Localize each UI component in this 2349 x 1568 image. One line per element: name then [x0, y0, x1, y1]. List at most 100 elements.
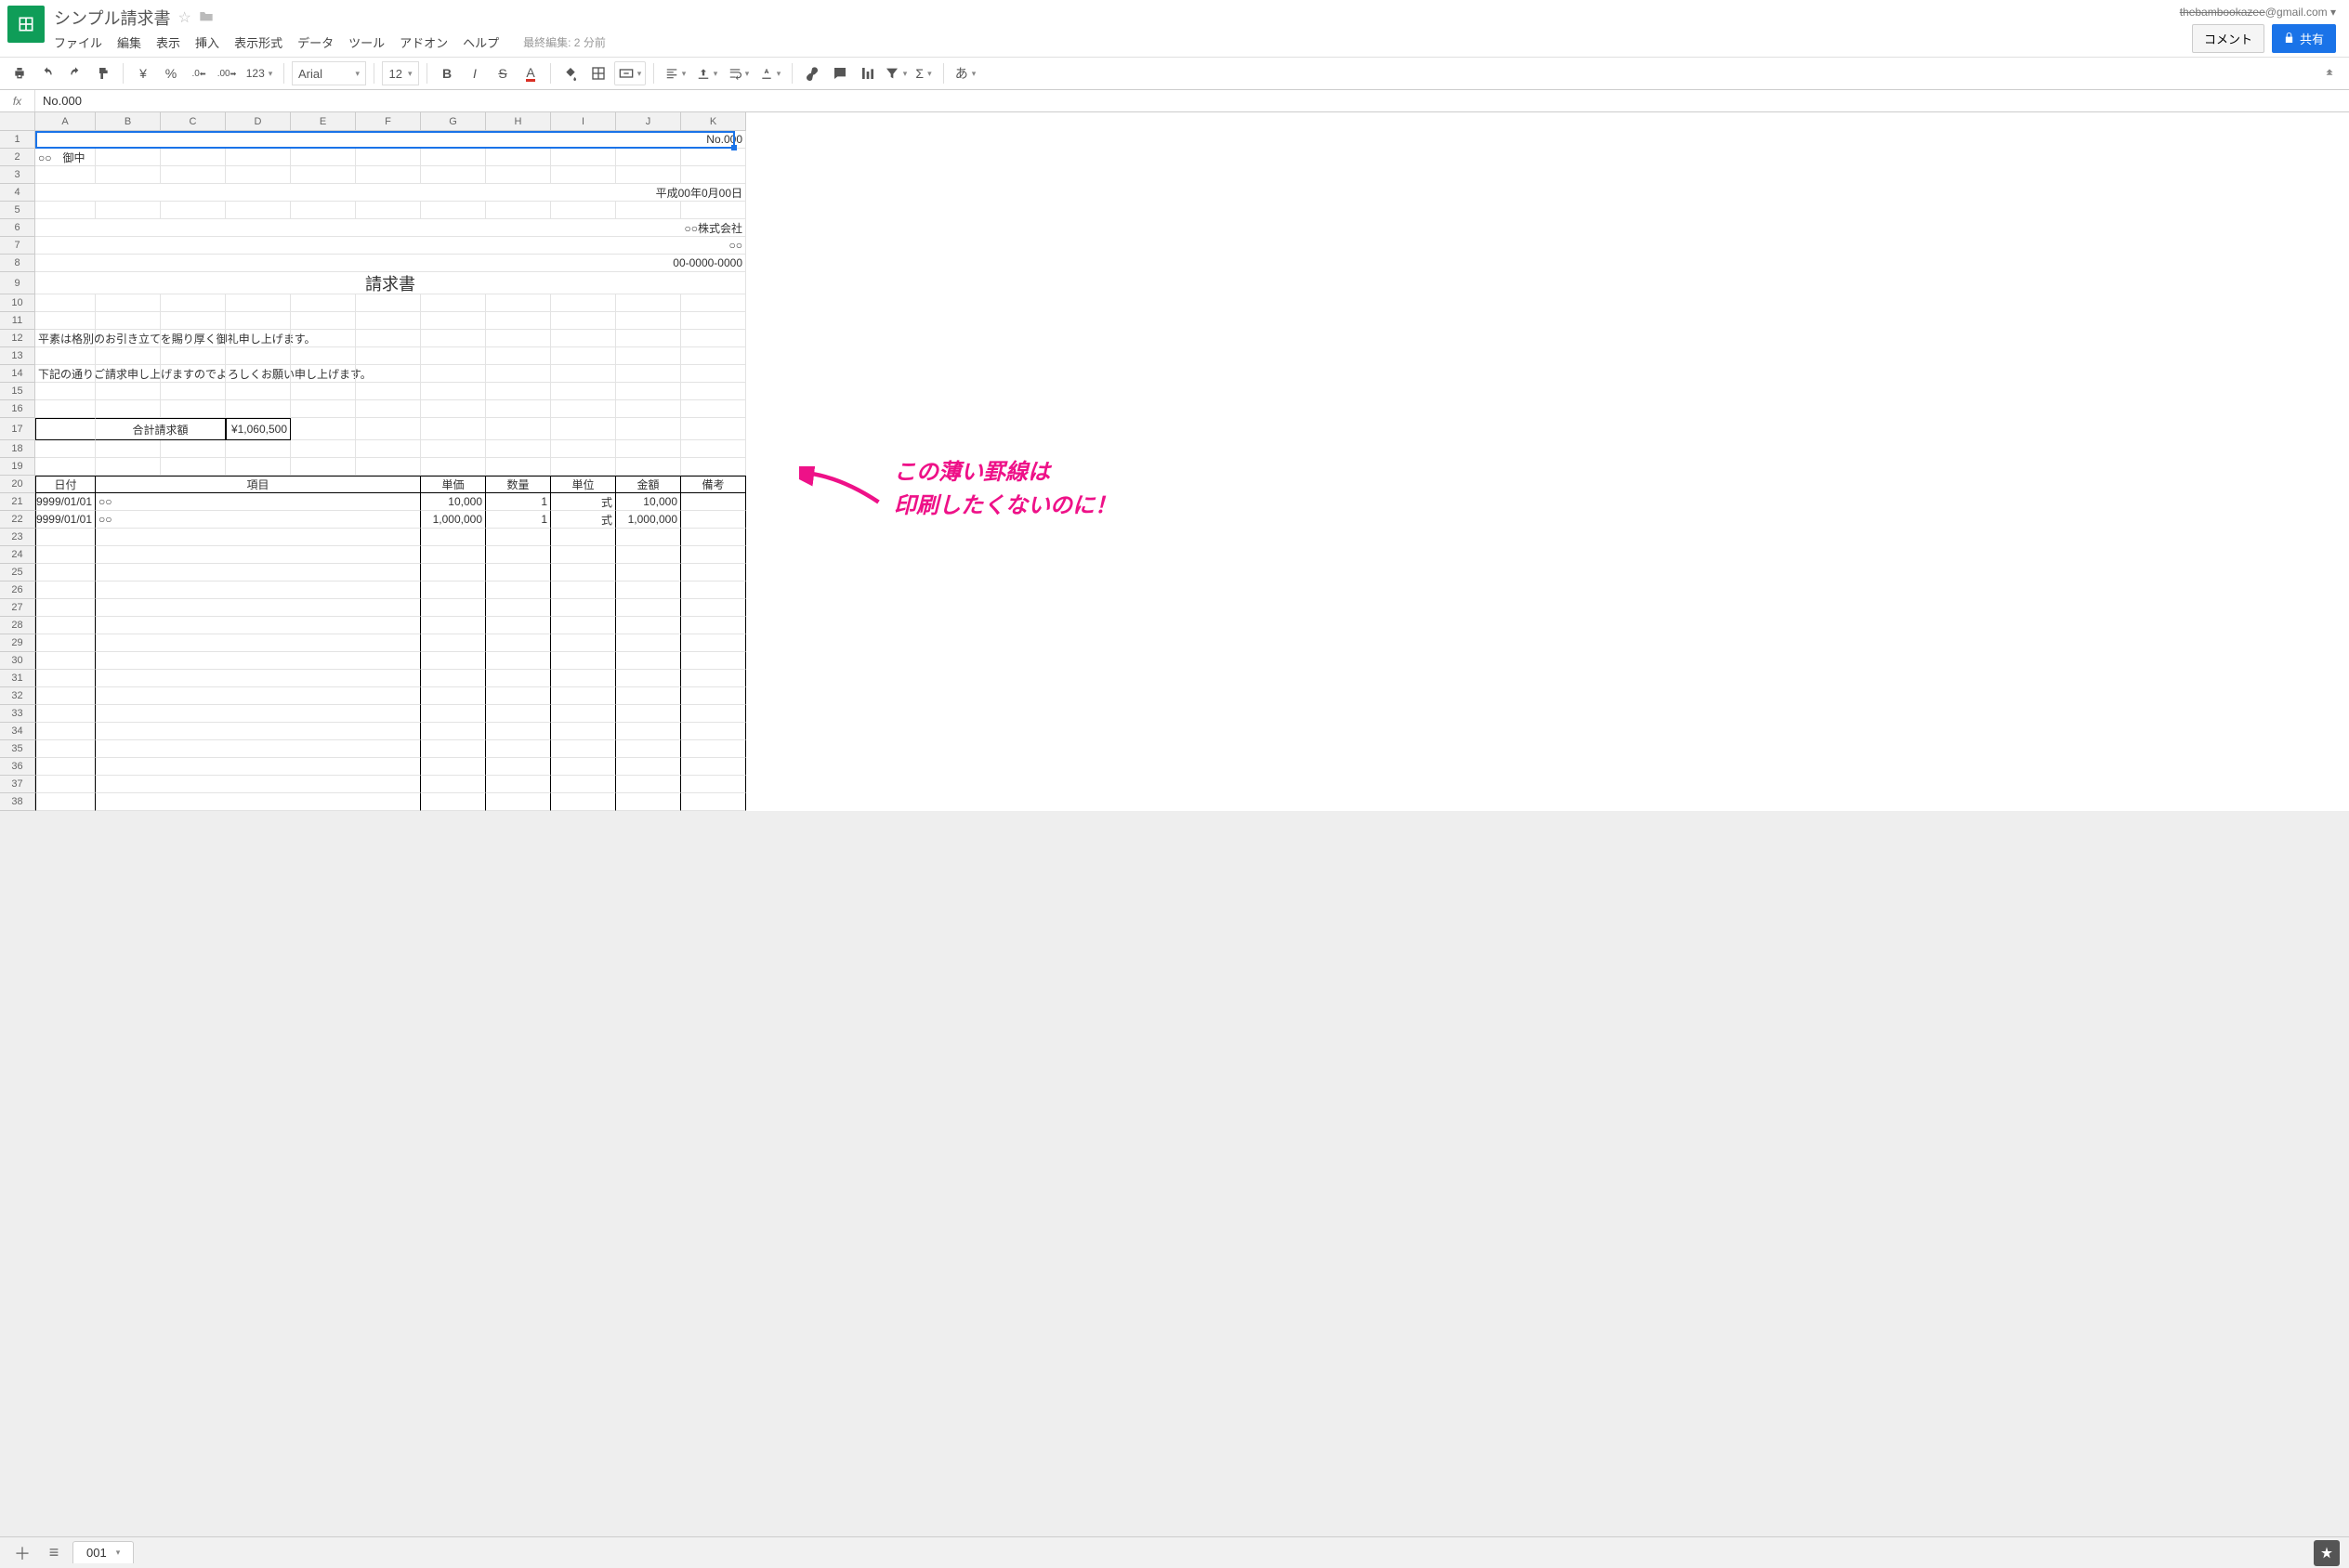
cell[interactable]: [681, 383, 746, 400]
text-color-button[interactable]: A: [518, 61, 543, 85]
cell[interactable]: [421, 670, 486, 687]
cell[interactable]: [96, 705, 421, 723]
cell[interactable]: [616, 634, 681, 652]
cell[interactable]: [681, 294, 746, 312]
cell[interactable]: [616, 581, 681, 599]
cell[interactable]: [291, 365, 356, 383]
cell[interactable]: [551, 440, 616, 458]
cell[interactable]: [551, 294, 616, 312]
cell[interactable]: No.000: [35, 131, 746, 149]
cell[interactable]: [551, 546, 616, 564]
cell[interactable]: [35, 529, 96, 546]
star-icon[interactable]: ☆: [177, 8, 190, 27]
cell[interactable]: [616, 458, 681, 476]
sheet-area[interactable]: ABCDEFGHIJK1No.0002○○ 御中34平成00年0月00日56○○…: [0, 112, 2349, 1541]
cell[interactable]: [551, 617, 616, 634]
cell[interactable]: [226, 458, 291, 476]
column-header[interactable]: G: [421, 112, 486, 131]
cell[interactable]: [681, 493, 746, 511]
cell[interactable]: [96, 793, 421, 811]
row-header[interactable]: 1: [0, 131, 35, 149]
cell[interactable]: [35, 383, 96, 400]
row-header[interactable]: 18: [0, 440, 35, 458]
column-header[interactable]: F: [356, 112, 421, 131]
row-header[interactable]: 14: [0, 365, 35, 383]
cell[interactable]: [486, 581, 551, 599]
cell[interactable]: ○○ 御中: [35, 149, 96, 166]
cell[interactable]: [161, 202, 226, 219]
cell[interactable]: [96, 564, 421, 581]
cell[interactable]: [486, 440, 551, 458]
cell[interactable]: [226, 149, 291, 166]
row-header[interactable]: 30: [0, 652, 35, 670]
cell[interactable]: 請求書: [35, 272, 746, 294]
cell[interactable]: [226, 440, 291, 458]
column-header[interactable]: J: [616, 112, 681, 131]
cell[interactable]: [96, 599, 421, 617]
cell[interactable]: [681, 581, 746, 599]
insert-chart-icon[interactable]: [856, 61, 880, 85]
column-header[interactable]: D: [226, 112, 291, 131]
cell[interactable]: [35, 458, 96, 476]
cell[interactable]: [96, 294, 161, 312]
cell[interactable]: [291, 458, 356, 476]
cell[interactable]: [616, 705, 681, 723]
cell[interactable]: [486, 687, 551, 705]
cell[interactable]: [226, 347, 291, 365]
cell[interactable]: [161, 365, 226, 383]
cell[interactable]: [486, 758, 551, 776]
cell[interactable]: [421, 312, 486, 330]
cell[interactable]: [356, 202, 421, 219]
row-header[interactable]: 15: [0, 383, 35, 400]
cell[interactable]: [421, 347, 486, 365]
cell[interactable]: [681, 723, 746, 740]
cell[interactable]: [96, 546, 421, 564]
row-header[interactable]: 9: [0, 272, 35, 294]
cell[interactable]: [681, 330, 746, 347]
menu-insert[interactable]: 挿入: [195, 33, 219, 51]
functions-icon[interactable]: Σ▾: [912, 61, 936, 85]
cell[interactable]: [681, 546, 746, 564]
cell[interactable]: [226, 312, 291, 330]
sheet-tab[interactable]: 001 ▾: [72, 1541, 134, 1563]
font-select[interactable]: Arial▾: [292, 61, 366, 85]
cell[interactable]: [551, 312, 616, 330]
cell[interactable]: [616, 564, 681, 581]
cell[interactable]: [551, 705, 616, 723]
cell[interactable]: 10,000: [616, 493, 681, 511]
row-header[interactable]: 23: [0, 529, 35, 546]
cell[interactable]: [551, 418, 616, 440]
cell[interactable]: [161, 294, 226, 312]
cell[interactable]: ○○: [96, 493, 421, 511]
more-formats-button[interactable]: 123▾: [243, 61, 276, 85]
cell[interactable]: [681, 202, 746, 219]
cell[interactable]: [551, 365, 616, 383]
cell[interactable]: [681, 458, 746, 476]
cell[interactable]: [486, 202, 551, 219]
cell[interactable]: [421, 529, 486, 546]
cell[interactable]: [96, 652, 421, 670]
row-header[interactable]: 24: [0, 546, 35, 564]
cell[interactable]: [551, 687, 616, 705]
cell[interactable]: [616, 418, 681, 440]
vertical-align-button[interactable]: ▾: [693, 61, 721, 85]
cell[interactable]: 平素は格別のお引き立てを賜り厚く御礼申し上げます。: [35, 330, 96, 347]
cell[interactable]: [616, 294, 681, 312]
column-header[interactable]: B: [96, 112, 161, 131]
cell[interactable]: [681, 687, 746, 705]
text-wrap-button[interactable]: ▾: [725, 61, 753, 85]
cell[interactable]: [35, 687, 96, 705]
column-header[interactable]: K: [681, 112, 746, 131]
cell[interactable]: [96, 365, 161, 383]
cell[interactable]: [35, 312, 96, 330]
cell[interactable]: [35, 166, 96, 184]
cell[interactable]: [486, 670, 551, 687]
cell[interactable]: [551, 652, 616, 670]
cell[interactable]: [96, 670, 421, 687]
cell[interactable]: [356, 418, 421, 440]
cell[interactable]: [551, 330, 616, 347]
cell[interactable]: [616, 347, 681, 365]
cell[interactable]: [291, 383, 356, 400]
row-header[interactable]: 34: [0, 723, 35, 740]
cell[interactable]: [356, 400, 421, 418]
